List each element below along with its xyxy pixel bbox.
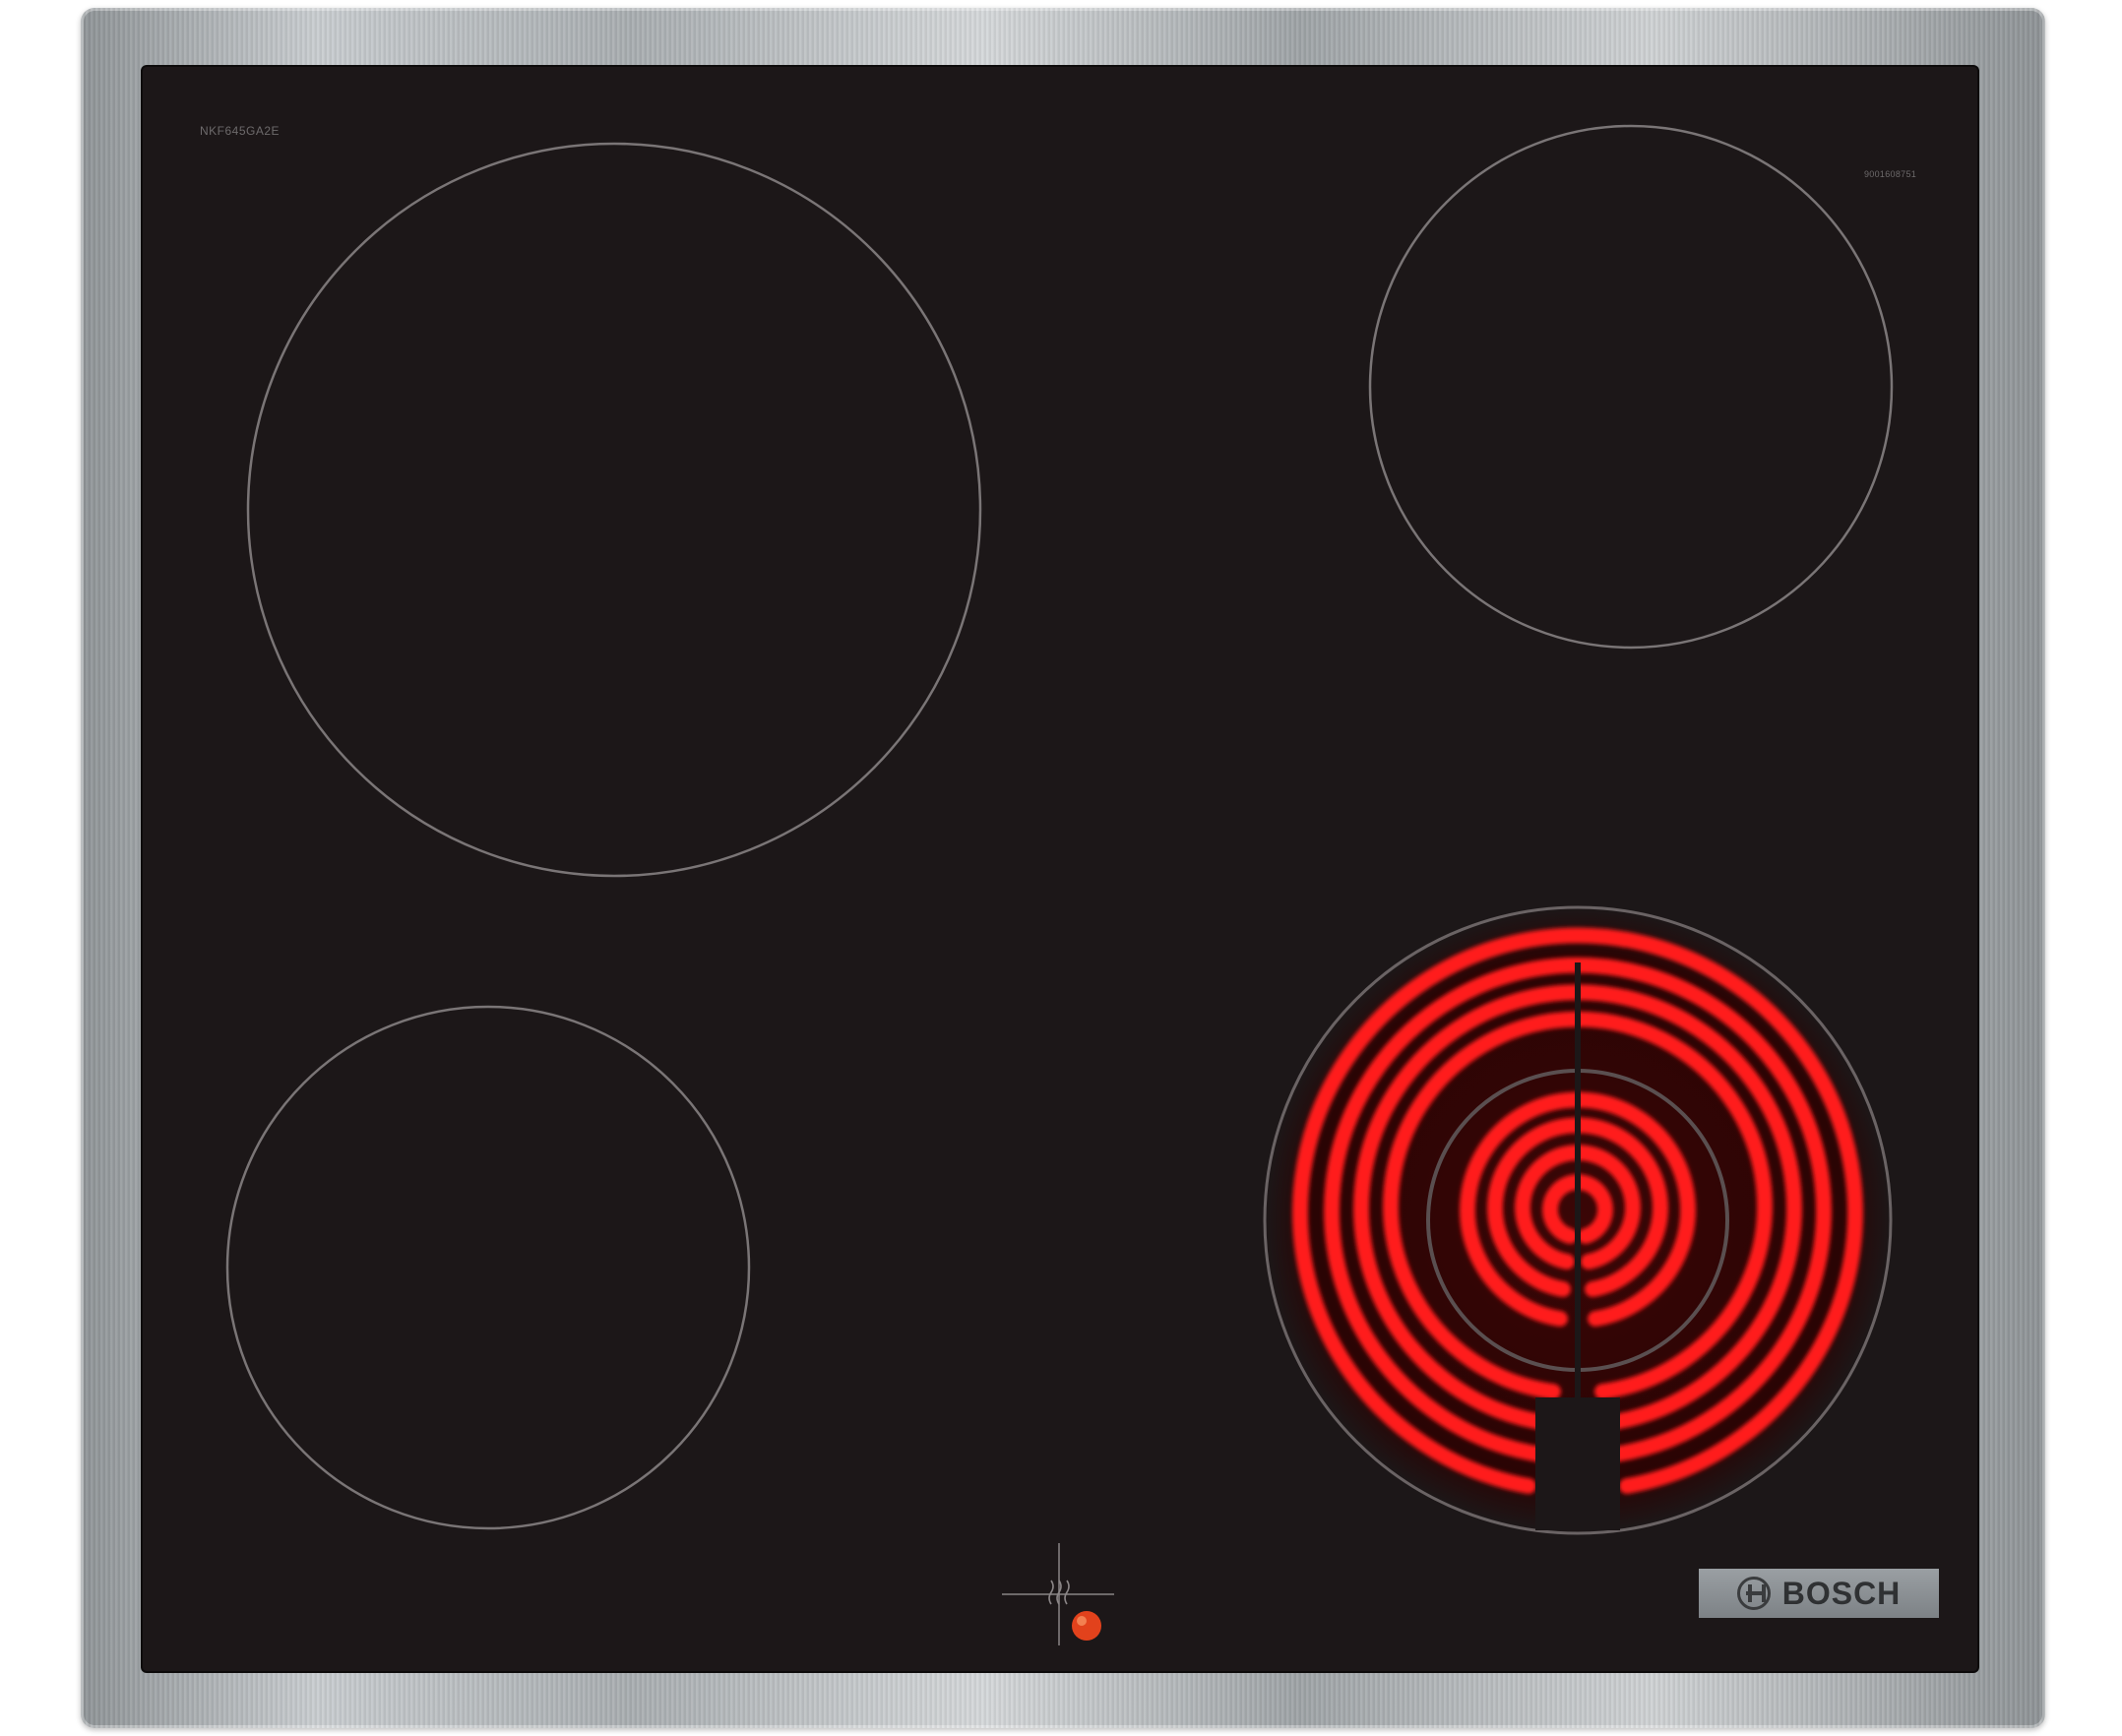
- residual-heat-indicator: [1002, 1543, 1114, 1645]
- element-terminal-block: [1535, 1397, 1620, 1530]
- cooking-zone-front-right: [1263, 905, 1893, 1535]
- hob-photo: NKF645GA2E 9001608751 BOSCH: [0, 0, 2122, 1736]
- brand-name: BOSCH: [1781, 1575, 1902, 1611]
- indicator-light-icon: [1072, 1611, 1101, 1641]
- cooking-zones-layer: [225, 124, 1894, 1645]
- brand-nameplate: BOSCH: [1699, 1569, 1939, 1618]
- cooking-zone-front-left: [225, 1005, 751, 1530]
- cooking-zone-rear-left: [246, 142, 982, 878]
- cooking-zone-rear-right: [1368, 124, 1894, 650]
- bosch-logo-icon: [1736, 1577, 1771, 1610]
